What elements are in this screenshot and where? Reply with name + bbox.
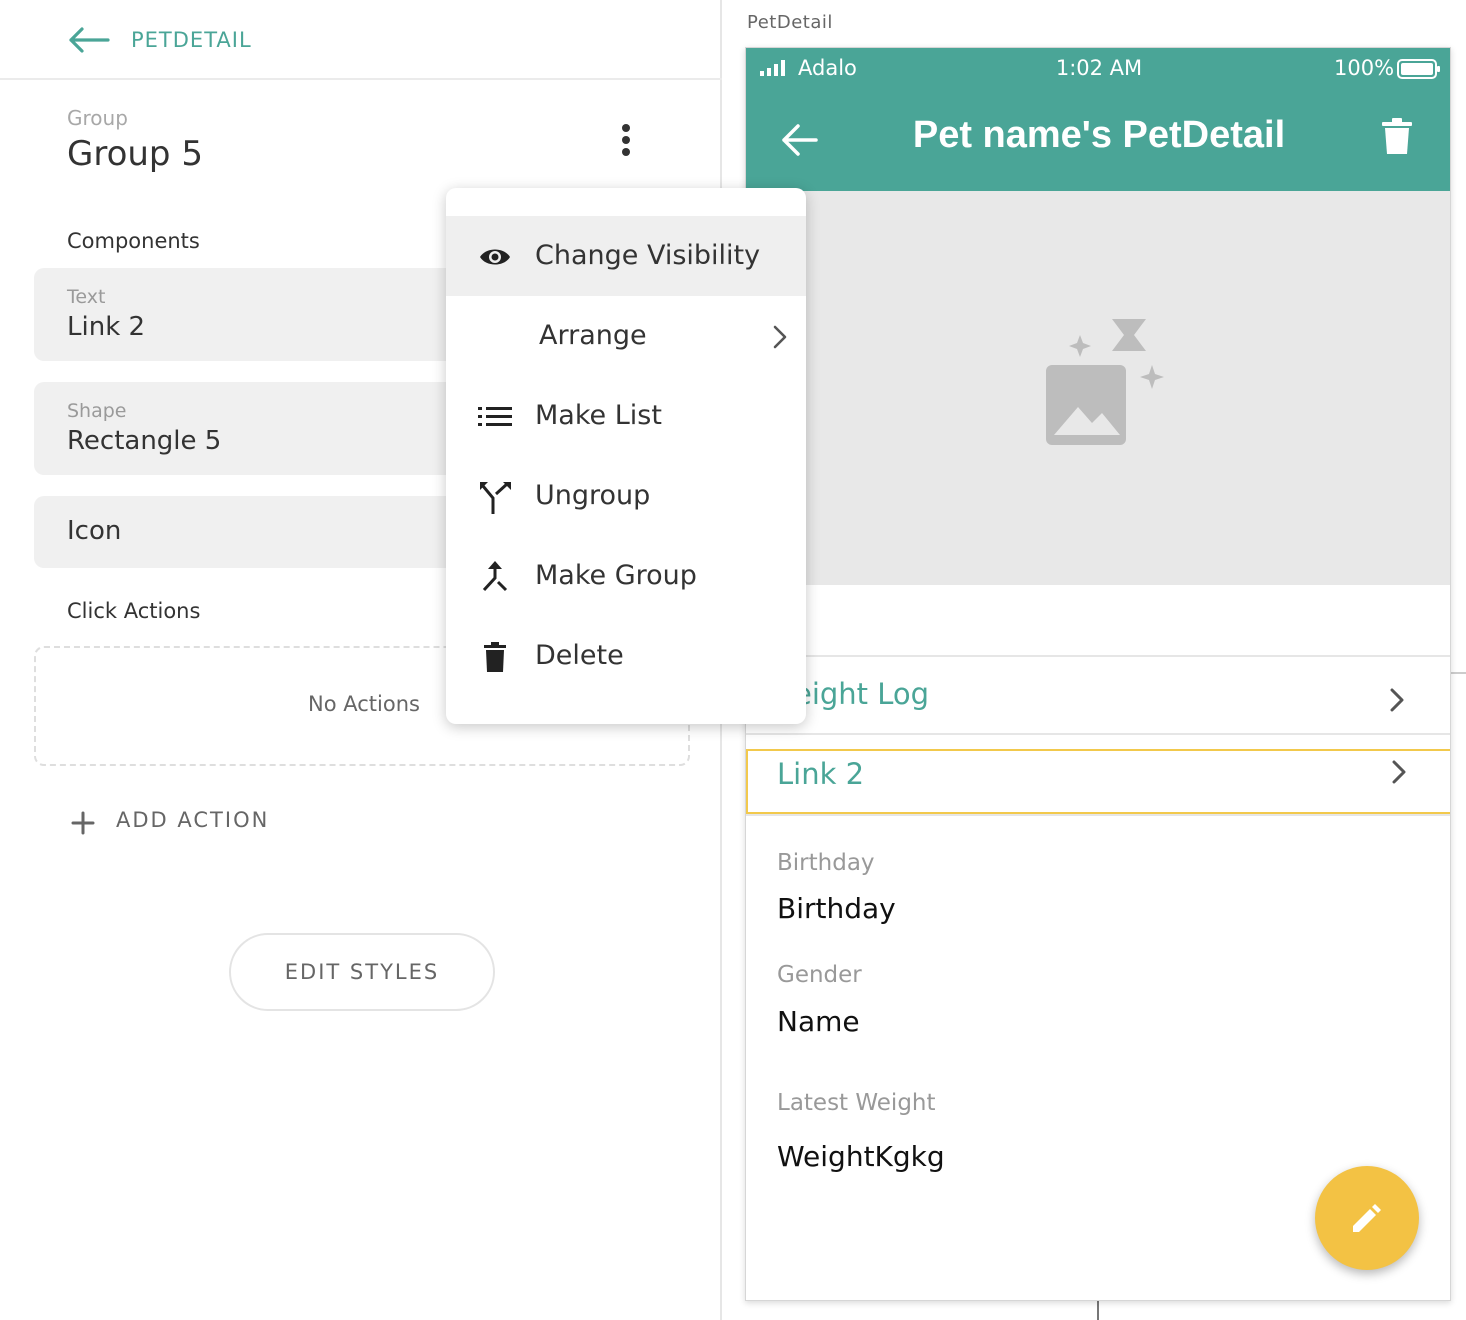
more-options-icon[interactable]: [612, 120, 640, 160]
trash-icon[interactable]: [1382, 118, 1412, 154]
menu-item-label: Delete: [535, 640, 624, 671]
eye-icon: [480, 249, 510, 265]
back-link-label[interactable]: PETDETAIL: [131, 28, 252, 52]
row-label: Link 2: [777, 757, 865, 791]
canvas-link-line: [1097, 1300, 1099, 1320]
component-name: Link 2: [67, 312, 146, 342]
phone-screen[interactable]: Adalo 1:02 AM 100% Pet name's PetDetail …: [745, 47, 1451, 1301]
chevron-right-icon: [1392, 760, 1406, 784]
menu-item-make-group[interactable]: Make Group: [446, 536, 806, 616]
menu-item-label: Change Visibility: [535, 240, 761, 271]
edit-fab-button[interactable]: [1315, 1166, 1419, 1270]
status-battery-text: 100%: [1334, 56, 1395, 80]
image-placeholder-icon: [1046, 319, 1164, 445]
field-value[interactable]: Name: [777, 1005, 860, 1038]
battery-icon: [1397, 59, 1440, 79]
menu-item-ungroup[interactable]: Ungroup: [446, 456, 806, 536]
chevron-right-icon: [1390, 688, 1404, 712]
components-label: Components: [67, 229, 200, 253]
group-caption: Group: [67, 106, 128, 130]
menu-item-label: Make List: [535, 400, 662, 431]
pencil-icon: [1353, 1204, 1381, 1232]
plus-icon: [71, 811, 95, 835]
edit-styles-button[interactable]: EDIT STYLES: [229, 933, 495, 1011]
field-caption: Gender: [777, 962, 862, 988]
menu-item-change-visibility[interactable]: Change Visibility: [446, 216, 806, 296]
image-placeholder[interactable]: [746, 191, 1450, 585]
panel-topbar: PETDETAIL: [0, 0, 722, 80]
component-caption: Shape: [67, 400, 127, 422]
field-caption: Birthday: [777, 850, 875, 876]
divider: [746, 814, 1450, 816]
menu-item-label: Ungroup: [535, 480, 651, 511]
chevron-right-icon: [773, 325, 787, 349]
field-value[interactable]: WeightKgkg: [777, 1140, 945, 1173]
list-icon: [478, 407, 512, 426]
weight-log-row[interactable]: eight Log: [746, 657, 1450, 735]
component-name: Icon: [67, 516, 122, 546]
group-title[interactable]: Group 5: [67, 134, 203, 174]
header-title: Pet name's PetDetail: [912, 114, 1286, 156]
field-value[interactable]: Birthday: [777, 892, 896, 925]
component-name: Rectangle 5: [67, 426, 222, 456]
menu-item-label: Arrange: [539, 320, 647, 351]
menu-item-make-list[interactable]: Make List: [446, 376, 806, 456]
link2-row[interactable]: Link 2: [746, 749, 1450, 814]
merge-icon: [482, 561, 508, 592]
back-arrow-icon[interactable]: [68, 26, 112, 54]
component-caption: Text: [67, 286, 106, 308]
menu-item-delete[interactable]: Delete: [446, 616, 806, 696]
menu-item-label: Make Group: [535, 560, 697, 591]
canvas-link-line: [1451, 672, 1466, 674]
field-caption: Latest Weight: [777, 1090, 936, 1116]
trash-icon: [484, 642, 506, 672]
row-label: eight Log: [794, 677, 930, 711]
context-menu: Change Visibility Arrange Make List Ungr…: [446, 188, 806, 724]
add-action-label: ADD ACTION: [116, 808, 270, 832]
ungroup-icon: [480, 482, 511, 514]
screen-name-label[interactable]: PetDetail: [747, 12, 833, 33]
menu-item-arrange[interactable]: Arrange: [446, 296, 806, 376]
app-header[interactable]: Adalo 1:02 AM 100% Pet name's PetDetail: [746, 48, 1450, 191]
click-actions-label: Click Actions: [67, 599, 201, 623]
